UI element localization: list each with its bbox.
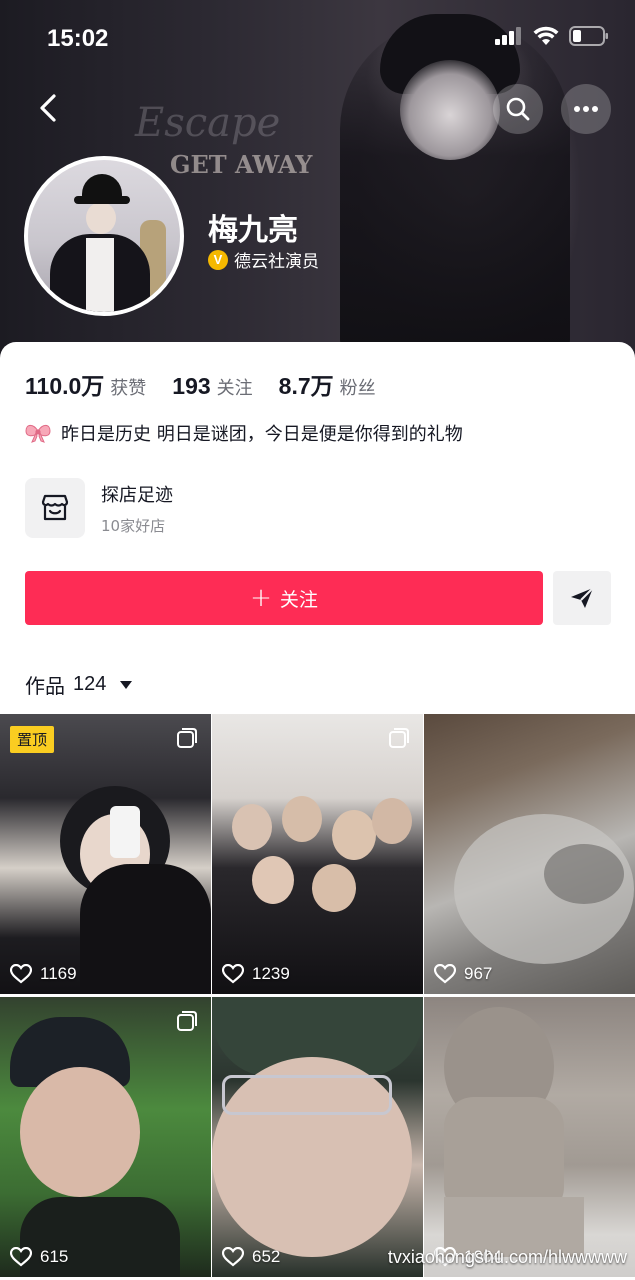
heart-icon [434, 964, 456, 984]
heart-icon [10, 964, 32, 984]
multi-image-icon [389, 728, 409, 748]
profile-page: Escape GET AWAY 15:02 梅九亮 V 德云社演员 110.0万… [0, 0, 635, 1280]
avatar-face [86, 202, 116, 234]
stat-likes-label: 获赞 [110, 378, 147, 399]
cover-text-escape: Escape [135, 100, 281, 146]
signal-icon [495, 27, 521, 45]
video-tile[interactable]: 967 [424, 714, 635, 994]
like-count: 615 [10, 1247, 68, 1267]
follow-label: 关注 [279, 588, 318, 611]
stat-likes-value: 110.0万 [25, 373, 105, 399]
profile-name: 梅九亮 [208, 213, 298, 248]
shop-subtitle: 10家好店 [101, 516, 166, 535]
bio: 昨日是历史 明日是谜团，今日是便是你得到的礼物 [25, 420, 463, 446]
verified-title-text: 德云社演员 [234, 252, 319, 272]
bio-text: 昨日是历史 明日是谜团，今日是便是你得到的礼物 [61, 424, 463, 445]
stat-followers-value: 8.7万 [278, 373, 334, 399]
verified-title: V 德云社演员 [208, 247, 319, 272]
stat-following-label: 关注 [216, 378, 253, 399]
plus-icon: + [250, 583, 272, 613]
like-count: 1239 [222, 964, 290, 984]
tile-face [332, 810, 376, 860]
like-count-value: 967 [464, 964, 493, 983]
share-button[interactable] [553, 571, 611, 625]
status-icons [495, 26, 609, 46]
search-button[interactable] [493, 84, 543, 134]
more-button[interactable] [561, 84, 611, 134]
follow-button[interactable]: + 关注 [25, 571, 543, 625]
multi-image-icon [177, 728, 197, 748]
avatar[interactable] [24, 156, 184, 316]
shop-text: 探店足迹 10家好店 [101, 481, 173, 536]
shop-icon [41, 494, 69, 521]
video-tile[interactable]: 615 [0, 997, 211, 1277]
stat-followers-label: 粉丝 [339, 378, 376, 399]
wifi-icon [533, 26, 559, 45]
avatar-hat-brim [74, 196, 130, 204]
stats-row: 110.0万 获赞 193 关注 8.7万 粉丝 [25, 367, 402, 401]
like-count: 1169 [10, 964, 77, 984]
like-count-value: 615 [40, 1247, 69, 1266]
status-time: 15:02 [47, 25, 109, 52]
like-count: 652 [222, 1247, 280, 1267]
tile-face [282, 796, 322, 842]
send-icon [571, 587, 594, 608]
verified-badge-icon: V [208, 249, 228, 270]
shop-title: 探店足迹 [101, 484, 173, 506]
heart-icon [10, 1247, 32, 1267]
cover-face [400, 60, 500, 160]
pinned-tag: 置顶 [10, 726, 55, 753]
like-count-value: 652 [252, 1247, 281, 1266]
tile-phone [110, 806, 140, 858]
tile-glasses [222, 1075, 392, 1115]
tile-cat-stripes [544, 844, 624, 904]
stat-likes[interactable]: 110.0万 获赞 [25, 367, 146, 401]
works-count: 124 [73, 673, 107, 695]
stat-followers[interactable]: 8.7万 粉丝 [279, 367, 376, 401]
tile-face [20, 1067, 140, 1197]
heart-icon [222, 1247, 244, 1267]
works-tab[interactable]: 作品 124 [25, 670, 133, 699]
like-count-value: 1169 [40, 964, 77, 983]
tile-face [312, 864, 356, 912]
tile-face [372, 798, 412, 844]
battery-icon [569, 26, 608, 46]
video-grid: 置顶 1169 1239 967 615 652 1004 [0, 714, 635, 1280]
like-count-value: 1239 [252, 964, 290, 983]
avatar-shirt [86, 238, 114, 312]
bow-icon [25, 424, 51, 443]
more-dots-icon [574, 106, 598, 112]
watermark: tvxiaohongshu.com/hlwwwww [387, 1247, 627, 1267]
heart-icon [222, 964, 244, 984]
tile-face [252, 856, 294, 904]
multi-image-icon [177, 1011, 197, 1031]
stat-following[interactable]: 193 关注 [172, 373, 252, 400]
cover-text-get-away: GET AWAY [170, 150, 313, 179]
works-label: 作品 [25, 674, 65, 698]
tile-figure-body [80, 864, 211, 994]
tile-face [232, 804, 272, 850]
shop-footprint-card[interactable]: 探店足迹 10家好店 [25, 478, 173, 538]
search-icon [506, 97, 530, 121]
like-count: 967 [434, 964, 492, 984]
caret-down-icon [120, 680, 133, 689]
video-tile[interactable]: 652 [212, 997, 423, 1277]
video-tile[interactable]: 1004 [424, 997, 635, 1277]
video-tile[interactable]: 1239 [212, 714, 423, 994]
back-button[interactable] [30, 88, 70, 128]
video-tile[interactable]: 置顶 1169 [0, 714, 211, 994]
stat-following-value: 193 [172, 373, 211, 399]
shop-icon-box [25, 478, 85, 538]
chevron-left-icon [40, 94, 56, 122]
